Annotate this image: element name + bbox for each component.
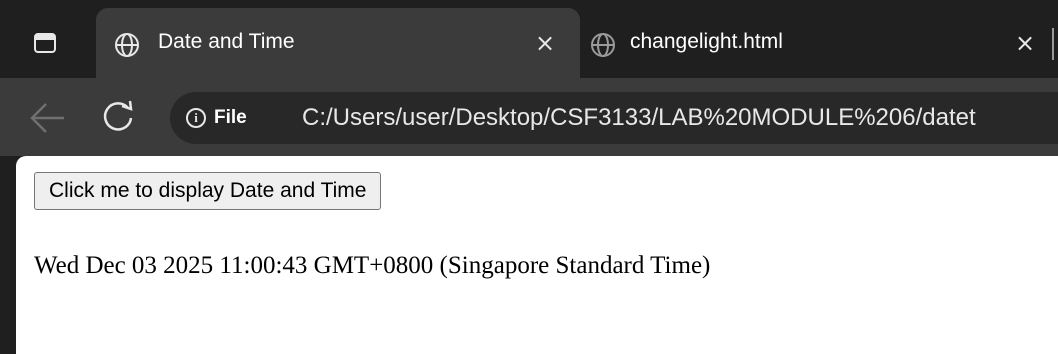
globe-icon	[115, 33, 139, 57]
globe-icon	[591, 33, 615, 57]
date-time-output: Wed Dec 03 2025 11:00:43 GMT+0800 (Singa…	[34, 252, 711, 279]
tab-actions-icon	[34, 33, 56, 53]
tab-title: changelight.html	[630, 30, 783, 53]
reload-icon[interactable]	[98, 96, 138, 136]
url-text[interactable]: C:/Users/user/Desktop/CSF3133/LAB%20MODU…	[302, 104, 976, 132]
tab-actions-menu-button[interactable]	[30, 28, 60, 58]
page-viewport: Click me to display Date and Time Wed De…	[16, 156, 1058, 354]
tab-close-button[interactable]: ×	[1010, 28, 1040, 58]
scheme-label: File	[214, 107, 247, 128]
address-bar[interactable]: i File C:/Users/user/Desktop/CSF3133/LAB…	[170, 92, 1058, 144]
tab-strip: Date and Time × changelight.html ×	[0, 0, 1058, 84]
tab-title: Date and Time	[158, 30, 295, 53]
tab-date-and-time[interactable]: Date and Time ×	[96, 8, 580, 78]
tab-changelight[interactable]: changelight.html ×	[582, 8, 1058, 78]
display-date-time-button[interactable]: Click me to display Date and Time	[34, 172, 382, 210]
browser-toolbar: i File C:/Users/user/Desktop/CSF3133/LAB…	[0, 78, 1058, 156]
tab-separator	[1052, 28, 1054, 60]
site-info-chip[interactable]: i File	[186, 102, 247, 134]
tab-close-button[interactable]: ×	[530, 28, 560, 58]
back-arrow-icon[interactable]	[28, 100, 68, 136]
info-icon: i	[186, 108, 206, 128]
